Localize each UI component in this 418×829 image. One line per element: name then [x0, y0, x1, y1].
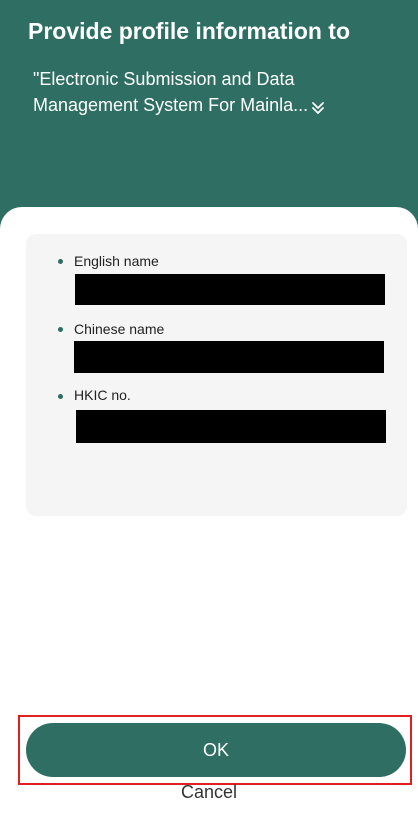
bullet-icon — [58, 259, 63, 264]
consent-screen: Provide profile information to "Electron… — [0, 0, 418, 829]
profile-info-card: English name Chinese name HKIC no. — [26, 234, 407, 516]
field-label: Chinese name — [74, 321, 165, 337]
service-name-line-2: Management System For Mainla... — [33, 95, 309, 115]
chevron-double-down-icon[interactable] — [310, 97, 326, 114]
service-name-line-2-row: Management System For Mainla... — [33, 92, 405, 118]
service-name: "Electronic Submission and Data Manageme… — [33, 66, 405, 118]
field-label: HKIC no. — [74, 387, 131, 403]
field-label: English name — [74, 253, 159, 269]
redacted-value — [75, 274, 385, 305]
redacted-value — [74, 341, 384, 373]
header-banner: Provide profile information to "Electron… — [0, 0, 418, 240]
service-name-line-1: "Electronic Submission and Data — [33, 69, 295, 89]
bullet-icon — [58, 394, 63, 399]
ok-button[interactable]: OK — [26, 723, 406, 777]
bullet-icon — [58, 327, 63, 332]
redacted-value — [76, 410, 386, 443]
cancel-button[interactable]: Cancel — [0, 782, 418, 803]
page-title: Provide profile information to — [28, 18, 351, 44]
